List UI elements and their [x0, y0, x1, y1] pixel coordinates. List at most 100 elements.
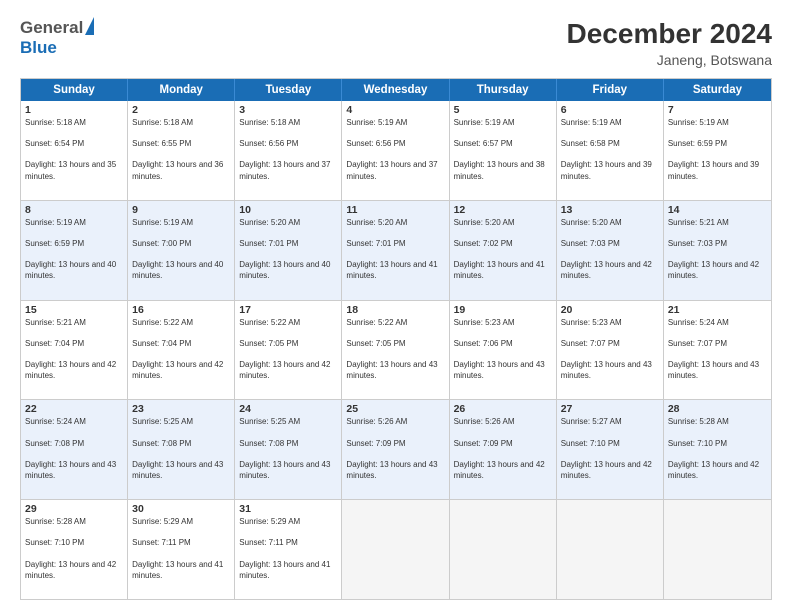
cell-sunrise: Sunrise: 5:19 AM	[346, 117, 444, 128]
day-number: 6	[561, 104, 659, 116]
cell-sunrise: Sunrise: 5:19 AM	[454, 117, 552, 128]
day-number: 19	[454, 304, 552, 316]
cell-sunset: Sunset: 7:02 PM	[454, 238, 552, 249]
page: General Blue December 2024 Janeng, Botsw…	[0, 0, 792, 612]
cell-sunset: Sunset: 7:07 PM	[668, 338, 767, 349]
cell-daylight: Daylight: 13 hours and 42 minutes.	[25, 559, 123, 581]
main-title: December 2024	[567, 18, 772, 50]
calendar-week-3: 15 Sunrise: 5:21 AM Sunset: 7:04 PM Dayl…	[21, 301, 771, 401]
cell-sunrise: Sunrise: 5:28 AM	[25, 516, 123, 527]
calendar-cell: 20 Sunrise: 5:23 AM Sunset: 7:07 PM Dayl…	[557, 301, 664, 400]
cell-sunrise: Sunrise: 5:22 AM	[132, 317, 230, 328]
calendar-cell: 8 Sunrise: 5:19 AM Sunset: 6:59 PM Dayli…	[21, 201, 128, 300]
cell-sunset: Sunset: 7:09 PM	[454, 438, 552, 449]
day-number: 24	[239, 403, 337, 415]
cell-daylight: Daylight: 13 hours and 42 minutes.	[668, 259, 767, 281]
day-number: 28	[668, 403, 767, 415]
day-number: 16	[132, 304, 230, 316]
calendar-cell: 31 Sunrise: 5:29 AM Sunset: 7:11 PM Dayl…	[235, 500, 342, 599]
calendar-cell	[450, 500, 557, 599]
logo: General Blue	[20, 18, 94, 58]
calendar-cell: 27 Sunrise: 5:27 AM Sunset: 7:10 PM Dayl…	[557, 400, 664, 499]
header-day-thursday: Thursday	[450, 79, 557, 101]
calendar-cell: 29 Sunrise: 5:28 AM Sunset: 7:10 PM Dayl…	[21, 500, 128, 599]
day-number: 10	[239, 204, 337, 216]
calendar-cell: 28 Sunrise: 5:28 AM Sunset: 7:10 PM Dayl…	[664, 400, 771, 499]
calendar-cell: 30 Sunrise: 5:29 AM Sunset: 7:11 PM Dayl…	[128, 500, 235, 599]
cell-daylight: Daylight: 13 hours and 43 minutes.	[239, 459, 337, 481]
day-number: 3	[239, 104, 337, 116]
cell-daylight: Daylight: 13 hours and 43 minutes.	[454, 359, 552, 381]
cell-sunset: Sunset: 7:10 PM	[668, 438, 767, 449]
cell-daylight: Daylight: 13 hours and 37 minutes.	[346, 159, 444, 181]
logo-general-text: General	[20, 18, 83, 38]
cell-daylight: Daylight: 13 hours and 41 minutes.	[239, 559, 337, 581]
cell-daylight: Daylight: 13 hours and 42 minutes.	[239, 359, 337, 381]
cell-sunrise: Sunrise: 5:20 AM	[239, 217, 337, 228]
title-area: December 2024 Janeng, Botswana	[567, 18, 772, 68]
cell-sunset: Sunset: 6:59 PM	[668, 138, 767, 149]
day-number: 30	[132, 503, 230, 515]
calendar-cell: 1 Sunrise: 5:18 AM Sunset: 6:54 PM Dayli…	[21, 101, 128, 200]
day-number: 25	[346, 403, 444, 415]
cell-sunset: Sunset: 6:56 PM	[239, 138, 337, 149]
cell-daylight: Daylight: 13 hours and 41 minutes.	[454, 259, 552, 281]
calendar-body: 1 Sunrise: 5:18 AM Sunset: 6:54 PM Dayli…	[21, 101, 771, 599]
day-number: 12	[454, 204, 552, 216]
calendar-cell	[342, 500, 449, 599]
calendar-week-1: 1 Sunrise: 5:18 AM Sunset: 6:54 PM Dayli…	[21, 101, 771, 201]
cell-sunset: Sunset: 6:59 PM	[25, 238, 123, 249]
calendar-cell: 10 Sunrise: 5:20 AM Sunset: 7:01 PM Dayl…	[235, 201, 342, 300]
calendar-cell	[557, 500, 664, 599]
cell-daylight: Daylight: 13 hours and 42 minutes.	[561, 259, 659, 281]
day-number: 7	[668, 104, 767, 116]
cell-daylight: Daylight: 13 hours and 43 minutes.	[346, 359, 444, 381]
cell-sunrise: Sunrise: 5:26 AM	[454, 416, 552, 427]
cell-sunset: Sunset: 7:03 PM	[561, 238, 659, 249]
cell-daylight: Daylight: 13 hours and 40 minutes.	[239, 259, 337, 281]
cell-sunset: Sunset: 7:04 PM	[132, 338, 230, 349]
cell-daylight: Daylight: 13 hours and 41 minutes.	[132, 559, 230, 581]
cell-sunset: Sunset: 7:08 PM	[25, 438, 123, 449]
cell-sunrise: Sunrise: 5:19 AM	[668, 117, 767, 128]
day-number: 20	[561, 304, 659, 316]
cell-sunset: Sunset: 7:11 PM	[132, 537, 230, 548]
cell-sunrise: Sunrise: 5:22 AM	[346, 317, 444, 328]
cell-sunset: Sunset: 6:55 PM	[132, 138, 230, 149]
cell-sunrise: Sunrise: 5:23 AM	[561, 317, 659, 328]
header-day-friday: Friday	[557, 79, 664, 101]
calendar: SundayMondayTuesdayWednesdayThursdayFrid…	[20, 78, 772, 600]
cell-sunrise: Sunrise: 5:29 AM	[239, 516, 337, 527]
calendar-cell: 4 Sunrise: 5:19 AM Sunset: 6:56 PM Dayli…	[342, 101, 449, 200]
cell-sunrise: Sunrise: 5:24 AM	[25, 416, 123, 427]
calendar-cell: 25 Sunrise: 5:26 AM Sunset: 7:09 PM Dayl…	[342, 400, 449, 499]
day-number: 15	[25, 304, 123, 316]
cell-sunrise: Sunrise: 5:21 AM	[668, 217, 767, 228]
cell-sunset: Sunset: 7:01 PM	[239, 238, 337, 249]
cell-sunrise: Sunrise: 5:27 AM	[561, 416, 659, 427]
calendar-week-5: 29 Sunrise: 5:28 AM Sunset: 7:10 PM Dayl…	[21, 500, 771, 599]
cell-daylight: Daylight: 13 hours and 42 minutes.	[25, 359, 123, 381]
day-number: 26	[454, 403, 552, 415]
header-day-saturday: Saturday	[664, 79, 771, 101]
cell-sunset: Sunset: 6:57 PM	[454, 138, 552, 149]
cell-sunset: Sunset: 6:58 PM	[561, 138, 659, 149]
calendar-cell: 24 Sunrise: 5:25 AM Sunset: 7:08 PM Dayl…	[235, 400, 342, 499]
day-number: 13	[561, 204, 659, 216]
calendar-cell: 7 Sunrise: 5:19 AM Sunset: 6:59 PM Dayli…	[664, 101, 771, 200]
cell-sunrise: Sunrise: 5:19 AM	[132, 217, 230, 228]
calendar-cell: 19 Sunrise: 5:23 AM Sunset: 7:06 PM Dayl…	[450, 301, 557, 400]
cell-sunrise: Sunrise: 5:18 AM	[239, 117, 337, 128]
cell-sunset: Sunset: 7:03 PM	[668, 238, 767, 249]
cell-daylight: Daylight: 13 hours and 41 minutes.	[346, 259, 444, 281]
calendar-cell: 18 Sunrise: 5:22 AM Sunset: 7:05 PM Dayl…	[342, 301, 449, 400]
day-number: 21	[668, 304, 767, 316]
cell-sunrise: Sunrise: 5:19 AM	[25, 217, 123, 228]
day-number: 8	[25, 204, 123, 216]
calendar-cell: 2 Sunrise: 5:18 AM Sunset: 6:55 PM Dayli…	[128, 101, 235, 200]
day-number: 18	[346, 304, 444, 316]
calendar-cell: 26 Sunrise: 5:26 AM Sunset: 7:09 PM Dayl…	[450, 400, 557, 499]
cell-sunset: Sunset: 7:01 PM	[346, 238, 444, 249]
calendar-cell: 15 Sunrise: 5:21 AM Sunset: 7:04 PM Dayl…	[21, 301, 128, 400]
day-number: 14	[668, 204, 767, 216]
